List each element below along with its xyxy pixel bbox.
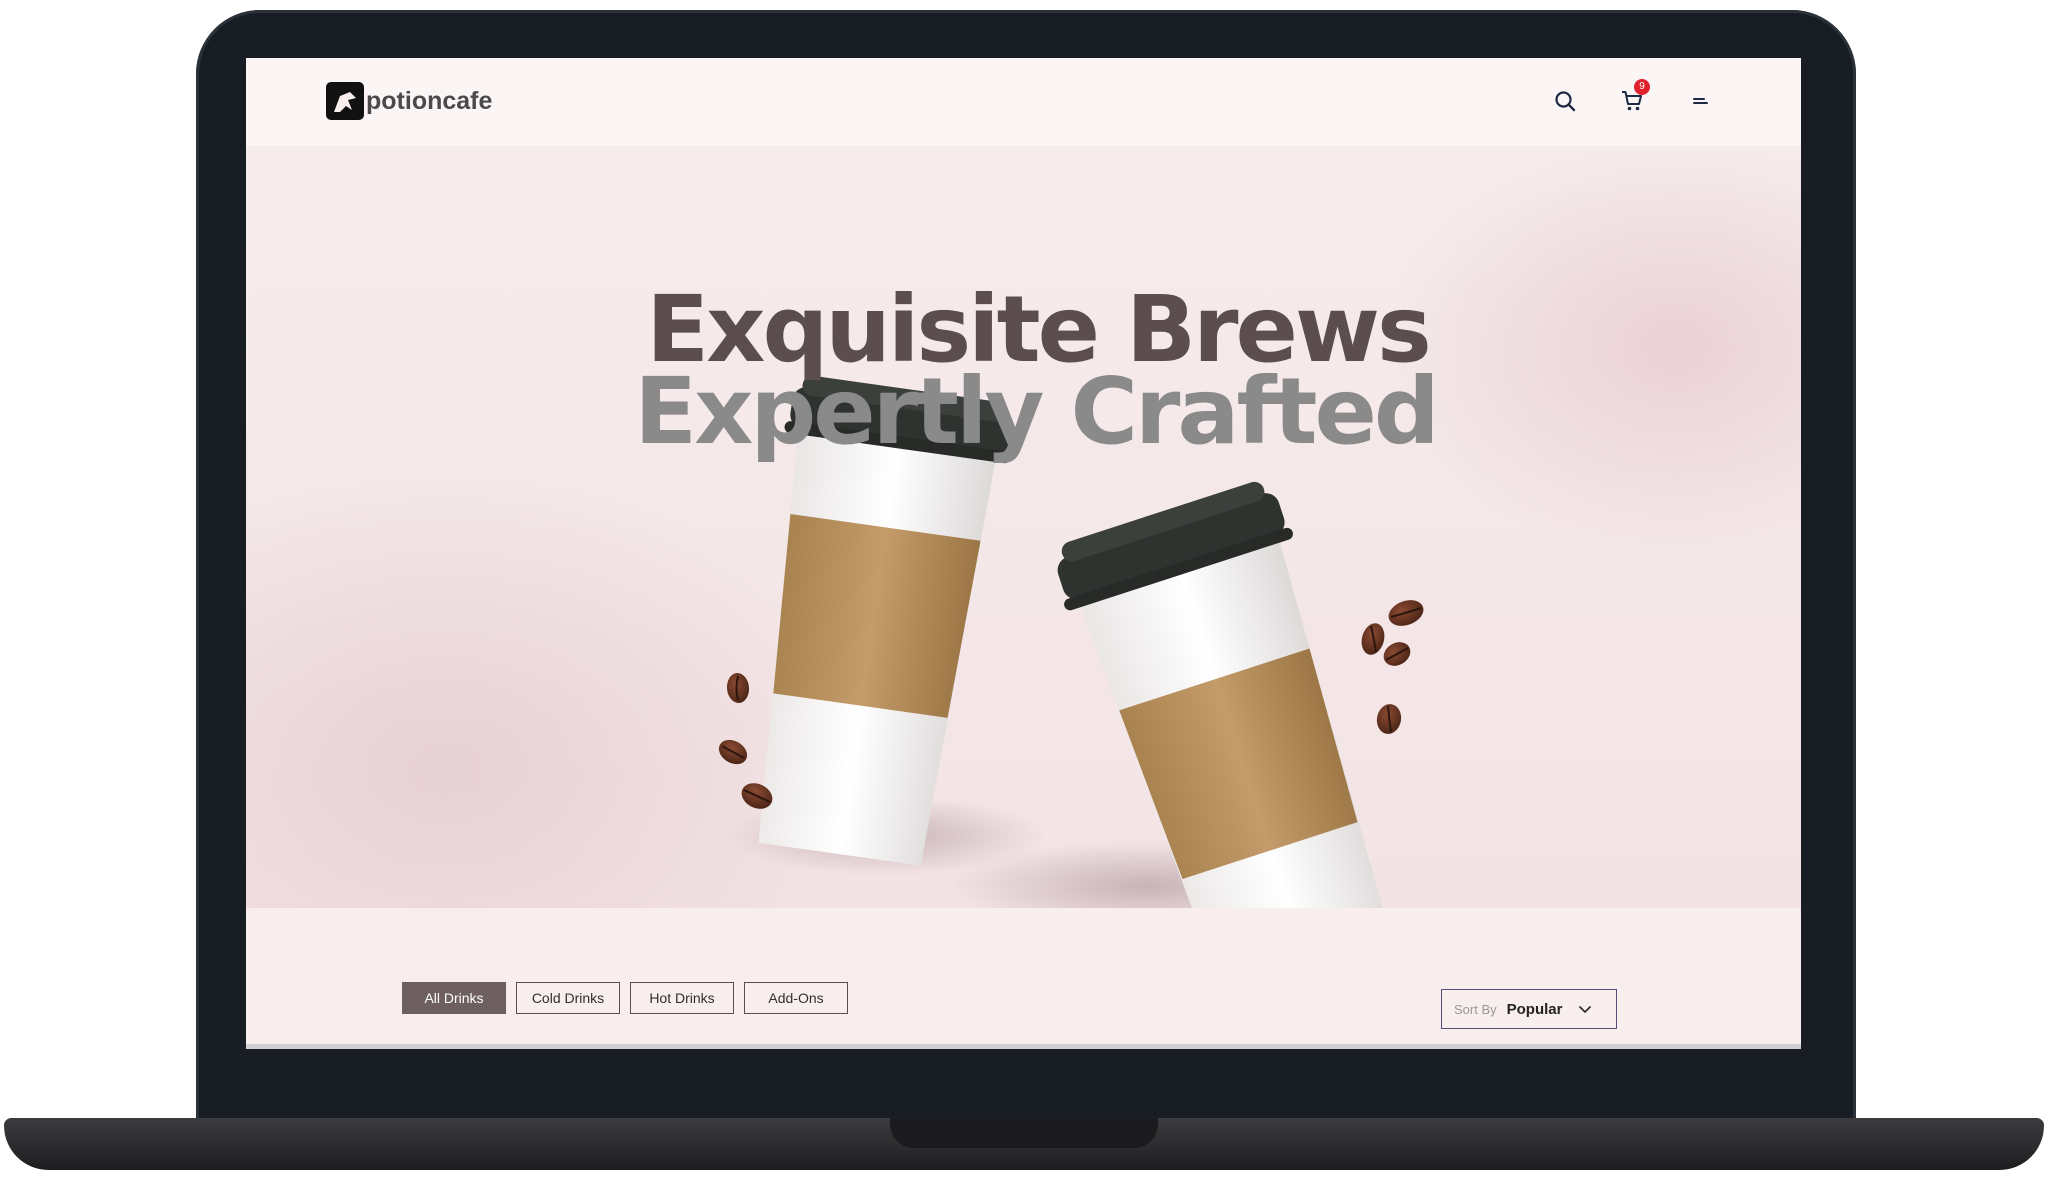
menu-button[interactable] [1684, 85, 1716, 117]
site-header: potioncafe 9 [246, 58, 1801, 146]
logo-mark-icon [326, 82, 364, 120]
laptop-mockup: potioncafe 9 Exquisite Brews Expertly Cr… [0, 0, 2048, 1181]
sort-dropdown[interactable]: Sort By Popular [1441, 989, 1617, 1029]
chevron-down-icon [1579, 1006, 1592, 1013]
sort-value: Popular [1506, 1000, 1563, 1018]
search-icon [1555, 91, 1576, 112]
brand-name: potioncafe [366, 86, 493, 115]
tab-hot-drinks[interactable]: Hot Drinks [630, 982, 734, 1014]
coffee-cups-illustration [718, 375, 1424, 908]
hero-banner: Exquisite Brews Expertly Crafted [246, 146, 1801, 908]
hero-headline-line-2: Expertly Crafted [634, 358, 1440, 465]
screen-bottom-edge [246, 1044, 1801, 1049]
laptop-screen: potioncafe 9 Exquisite Brews Expertly Cr… [246, 58, 1801, 1046]
search-button[interactable] [1549, 85, 1581, 117]
tab-cold-drinks[interactable]: Cold Drinks [516, 982, 620, 1014]
tab-all-drinks[interactable]: All Drinks [402, 982, 506, 1014]
coffee-bean [718, 673, 773, 809]
brand-logo[interactable]: potioncafe [326, 82, 492, 120]
category-tab-list: All Drinks Cold Drinks Hot Drinks Add-On… [402, 982, 848, 1014]
cart-button[interactable]: 9 [1616, 79, 1650, 117]
sort-label: Sort By [1454, 1001, 1497, 1017]
laptop-notch [890, 1118, 1158, 1148]
menu-icon [1693, 98, 1708, 104]
cart-count-badge: 9 [1634, 79, 1650, 95]
tab-add-ons[interactable]: Add-Ons [744, 982, 848, 1014]
